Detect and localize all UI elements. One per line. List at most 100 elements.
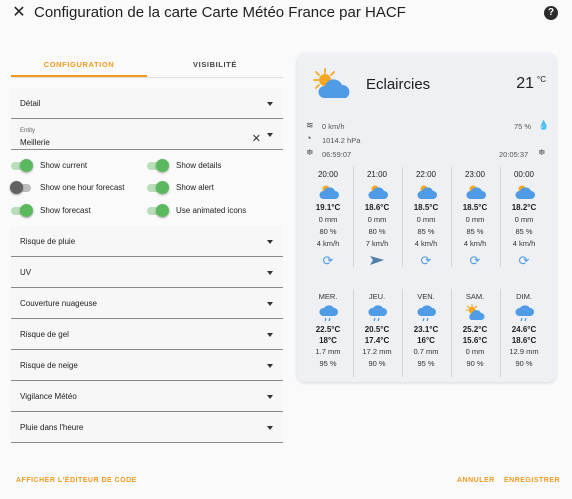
help-icon[interactable]: ? xyxy=(544,6,558,20)
hourly-forecast-3: 23:00 18.5°C 0 mm 85 % 4 km/h ⟳ xyxy=(452,170,498,269)
temperature-unit: °C xyxy=(537,75,546,84)
hour-rain-pct: 85 % xyxy=(515,227,533,236)
field-label: Risque de neige xyxy=(20,361,78,370)
field-label: UV xyxy=(20,268,32,277)
day-min: 17.4°C xyxy=(364,336,390,345)
daily-forecast-2: VEN. 23.1°C 16°C 0.7 mm 95 % xyxy=(403,292,449,368)
chevron-down-icon xyxy=(267,333,273,337)
rain-cloud-icon xyxy=(368,305,387,322)
entity-select[interactable]: Entity Meillerie ✕ xyxy=(11,119,283,150)
dialog-header: ✕ Configuration de la carte Carte Météo … xyxy=(0,0,572,28)
hour-time: 22:00 xyxy=(415,170,437,179)
entity-value: Meillerie xyxy=(20,138,50,147)
hourly-forecast-4: 00:00 18.2°C 0 mm 85 % 4 km/h ⟳ xyxy=(501,170,547,269)
uv-select[interactable]: UV xyxy=(11,257,283,288)
sunset-value: 20:05:37 xyxy=(499,150,529,159)
day-max: 24.6°C xyxy=(511,325,537,334)
day-max: 20.5°C xyxy=(364,325,390,334)
close-icon[interactable]: ✕ xyxy=(10,4,28,22)
chevron-down-icon xyxy=(267,364,273,368)
cancel-button[interactable]: ANNULER xyxy=(457,477,495,484)
rotate-icon: ⟳ xyxy=(420,253,432,268)
day-max: 22.5°C xyxy=(315,325,341,334)
tab-divider xyxy=(11,77,283,78)
detail-select[interactable]: Détail xyxy=(11,88,283,119)
chevron-down-icon xyxy=(267,271,273,275)
daily-forecast-3: SAM. 25.2°C 15.6°C 0 mm 90 % xyxy=(452,292,498,368)
chevron-down-icon xyxy=(267,426,273,430)
hour-time: 20:00 xyxy=(317,170,339,179)
day-rain-pct: 95 % xyxy=(417,359,435,368)
field-label: Vigilance Météo xyxy=(20,392,77,401)
rain-risk-select[interactable]: Risque de pluie xyxy=(11,226,283,257)
hour-rain-pct: 80 % xyxy=(368,227,386,236)
hour-time: 23:00 xyxy=(464,170,486,179)
day-max: 25.2°C xyxy=(462,325,488,334)
rain-hour-select[interactable]: Pluie dans l'heure xyxy=(11,412,283,443)
sun-cloud-icon xyxy=(417,185,437,199)
chevron-down-icon[interactable] xyxy=(267,133,273,137)
show-code-editor-button[interactable]: AFFICHER L'ÉDITEUR DE CODE xyxy=(16,477,137,484)
day-min: 16°C xyxy=(417,336,435,345)
chevron-down-icon xyxy=(267,395,273,399)
day-rain: 0.7 mm xyxy=(413,347,439,356)
day-name: SAM. xyxy=(465,292,485,301)
tab-visibility[interactable]: VISIBILITÉ xyxy=(147,55,283,77)
hour-rain-pct: 85 % xyxy=(466,227,484,236)
humidity-icon: 💧 xyxy=(538,120,550,130)
day-rain-pct: 90 % xyxy=(368,359,386,368)
day-name: DIM. xyxy=(516,292,532,301)
toggle-label: Show current xyxy=(40,161,88,170)
entity-label: Entity xyxy=(20,128,36,134)
sunset-icon: ≑ xyxy=(538,147,546,157)
pressure-value: 1014.2 hPa xyxy=(322,136,361,145)
day-rain-pct: 90 % xyxy=(515,359,533,368)
sun-cloud-icon xyxy=(515,185,535,199)
sun-cloud-icon xyxy=(368,185,388,199)
chevron-down-icon xyxy=(267,240,273,244)
hour-rain-pct: 85 % xyxy=(417,227,435,236)
arrow-icon xyxy=(370,256,384,265)
day-rain: 1.7 mm xyxy=(315,347,341,356)
tab-configuration[interactable]: CONFIGURATION xyxy=(11,55,147,77)
frost-risk-select[interactable]: Risque de gel xyxy=(11,319,283,350)
field-label: Risque de gel xyxy=(20,330,69,339)
field-label: Risque de pluie xyxy=(20,237,76,246)
chevron-down-icon xyxy=(267,102,273,106)
condition-text: Eclaircies xyxy=(366,76,431,93)
day-name: MER. xyxy=(318,292,338,301)
hour-time: 21:00 xyxy=(366,170,388,179)
day-rain-pct: 95 % xyxy=(319,359,337,368)
hour-rain: 0 mm xyxy=(367,215,387,224)
hourly-forecast-1: 21:00 18.6°C 0 mm 80 % 7 km/h xyxy=(354,170,400,272)
snow-risk-select[interactable]: Risque de neige xyxy=(11,350,283,381)
day-rain: 12.9 mm xyxy=(509,347,539,356)
sunrise-icon: ≑ xyxy=(306,147,314,157)
rain-cloud-icon xyxy=(417,305,436,322)
vigilance-select[interactable]: Vigilance Météo xyxy=(11,381,283,412)
rotate-icon: ⟳ xyxy=(322,253,334,268)
day-name: VEN. xyxy=(417,292,435,301)
hour-wind: 4 km/h xyxy=(463,239,487,248)
rotate-icon: ⟳ xyxy=(518,253,530,268)
dialog-title: Configuration de la carte Carte Météo Fr… xyxy=(34,4,406,21)
hour-wind: 4 km/h xyxy=(316,239,340,248)
clear-icon[interactable]: ✕ xyxy=(252,132,261,145)
hour-temp: 18.2°C xyxy=(511,203,537,212)
card-config-dialog: ✕ Configuration de la carte Carte Météo … xyxy=(0,0,572,499)
hour-wind: 4 km/h xyxy=(414,239,438,248)
sun-cloud-icon xyxy=(319,185,339,199)
rain-cloud-icon xyxy=(319,305,338,322)
day-rain: 17.2 mm xyxy=(362,347,392,356)
sun-cloud-icon xyxy=(466,185,486,199)
toggle-label: Use animated icons xyxy=(176,206,247,215)
hour-wind: 7 km/h xyxy=(365,239,389,248)
detail-label: Détail xyxy=(20,99,41,108)
hour-temp: 18.6°C xyxy=(364,203,390,212)
cloud-cover-select[interactable]: Couverture nuageuse xyxy=(11,288,283,319)
save-button[interactable]: ENREGISTRER xyxy=(504,477,560,484)
day-min: 18.6°C xyxy=(511,336,537,345)
field-label: Couverture nuageuse xyxy=(20,299,97,308)
day-rain-pct: 90 % xyxy=(466,359,484,368)
sunrise-value: 06:59:07 xyxy=(322,150,352,159)
